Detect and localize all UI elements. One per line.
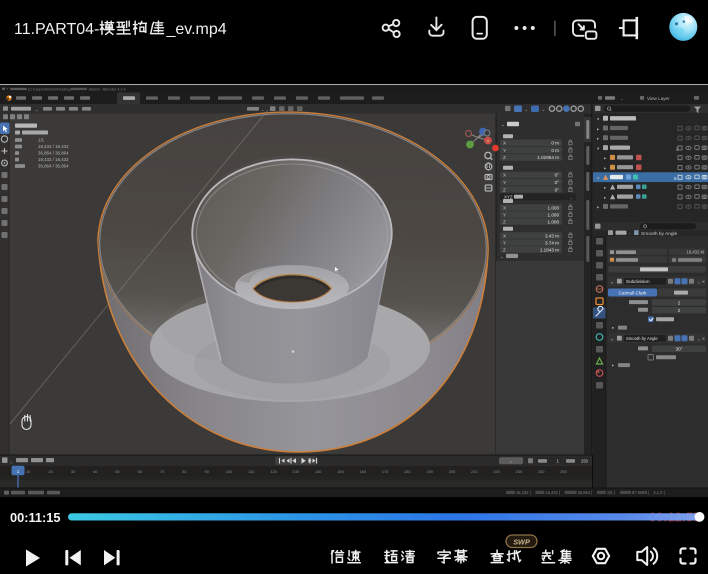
svg-text:0 m: 0 m bbox=[551, 141, 559, 146]
svg-text:⌄: ⌄ bbox=[525, 107, 529, 112]
svg-text:X: X bbox=[503, 233, 506, 238]
svg-text:⌄: ⌄ bbox=[610, 337, 614, 343]
svg-text:200: 200 bbox=[449, 469, 456, 474]
svg-text:×: × bbox=[702, 337, 705, 343]
svg-text:36,864 |: 36,864 | bbox=[578, 490, 593, 495]
svg-text:1.1843 m: 1.1843 m bbox=[540, 247, 559, 252]
svg-text:(C:/Users/Admin/Desktop/: (C:/Users/Admin/Desktop/ bbox=[28, 87, 73, 91]
svg-text:SWP: SWP bbox=[513, 537, 530, 546]
svg-text:210: 210 bbox=[471, 469, 478, 474]
svg-text:⌄: ⌄ bbox=[610, 280, 614, 286]
svg-text:150: 150 bbox=[337, 469, 344, 474]
svg-text:240: 240 bbox=[538, 469, 545, 474]
svg-text:1.000: 1.000 bbox=[548, 219, 560, 224]
svg-text:.blend) - Blender 4.1.0: .blend) - Blender 4.1.0 bbox=[88, 87, 126, 91]
svg-text:2: 2 bbox=[678, 308, 681, 313]
svg-text:⌄: ⌄ bbox=[10, 460, 14, 465]
svg-text:1/5 |: 1/5 | bbox=[607, 490, 615, 495]
svg-text:18,432 M: 18,432 M bbox=[687, 250, 705, 255]
svg-text:18,432 / 18,432: 18,432 / 18,432 bbox=[38, 144, 69, 149]
svg-text:Z: Z bbox=[503, 219, 506, 224]
svg-text:⌄: ⌄ bbox=[620, 96, 623, 101]
svg-text:View Layer: View Layer bbox=[647, 96, 670, 101]
svg-text:3.43 m: 3.43 m bbox=[545, 233, 559, 238]
svg-text:170: 170 bbox=[382, 469, 389, 474]
svg-text:18,432 / 18,432: 18,432 / 18,432 bbox=[38, 157, 69, 162]
svg-text:⌄: ⌄ bbox=[542, 107, 546, 112]
svg-text:2: 2 bbox=[678, 300, 681, 305]
svg-text:_ev.mp4: _ev.mp4 bbox=[166, 21, 227, 38]
svg-text:00:11:15: 00:11:15 bbox=[10, 510, 61, 525]
svg-text:36,864 / 36,864: 36,864 / 36,864 bbox=[38, 151, 69, 156]
svg-text:Z: Z bbox=[503, 155, 506, 160]
svg-text:87.6MiB |: 87.6MiB | bbox=[632, 490, 649, 495]
svg-text:X: X bbox=[503, 205, 506, 210]
svg-text:Smooth by Angle: Smooth by Angle bbox=[626, 336, 658, 341]
svg-text:Smooth by Angle: Smooth by Angle bbox=[641, 231, 678, 237]
svg-text:⌄: ⌄ bbox=[570, 195, 573, 200]
svg-text:1.000: 1.000 bbox=[548, 212, 560, 217]
svg-text:190: 190 bbox=[426, 469, 433, 474]
svg-text:250: 250 bbox=[581, 458, 589, 463]
svg-text:X: X bbox=[503, 141, 506, 146]
svg-text:Subdivision: Subdivision bbox=[626, 279, 650, 284]
svg-text:0°: 0° bbox=[555, 180, 560, 185]
svg-text:1.02954 m: 1.02954 m bbox=[537, 155, 559, 160]
svg-text:Z: Z bbox=[503, 187, 506, 192]
svg-text:3.74 m: 3.74 m bbox=[545, 240, 559, 245]
svg-text:Catmull-Clark: Catmull-Clark bbox=[619, 290, 648, 295]
svg-text:1: 1 bbox=[17, 469, 20, 474]
svg-text:⌄: ⌄ bbox=[501, 122, 505, 127]
svg-text:220: 220 bbox=[493, 469, 500, 474]
svg-text:⌄: ⌄ bbox=[697, 337, 701, 342]
svg-text:Y: Y bbox=[503, 212, 506, 217]
svg-text:⌄: ⌄ bbox=[261, 107, 265, 112]
svg-text:140: 140 bbox=[315, 469, 322, 474]
svg-text:0°: 0° bbox=[555, 187, 560, 192]
svg-text:1.000: 1.000 bbox=[548, 205, 560, 210]
svg-text:X: X bbox=[503, 173, 506, 178]
svg-text:1/1: 1/1 bbox=[38, 138, 45, 143]
svg-text:18,432 |: 18,432 | bbox=[516, 490, 531, 495]
svg-text:⌄: ⌄ bbox=[697, 280, 701, 285]
svg-text:100: 100 bbox=[226, 469, 233, 474]
svg-text:110: 110 bbox=[248, 469, 255, 474]
svg-text:⌄: ⌄ bbox=[509, 459, 512, 464]
svg-text:Y: Y bbox=[503, 148, 506, 153]
svg-text:0 m: 0 m bbox=[551, 148, 559, 153]
svg-text:30°: 30° bbox=[676, 347, 683, 352]
svg-text:160: 160 bbox=[360, 469, 367, 474]
svg-text:x: x bbox=[487, 139, 489, 143]
svg-text:130: 130 bbox=[293, 469, 300, 474]
svg-text:Y: Y bbox=[503, 180, 506, 185]
svg-text:Z: Z bbox=[503, 247, 506, 252]
svg-text:36,864 / 36,864: 36,864 / 36,864 bbox=[38, 164, 69, 169]
svg-text:XYZ: XYZ bbox=[504, 195, 513, 200]
svg-text:⌄: ⌄ bbox=[500, 254, 504, 259]
svg-text:250: 250 bbox=[560, 469, 567, 474]
svg-text:⌄: ⌄ bbox=[35, 107, 39, 112]
svg-text:Y: Y bbox=[503, 240, 506, 245]
svg-text:230: 230 bbox=[516, 469, 523, 474]
svg-text:0°: 0° bbox=[555, 173, 560, 178]
svg-text:×: × bbox=[702, 280, 705, 286]
svg-text:11.PART04-: 11.PART04- bbox=[14, 21, 99, 38]
svg-text:120: 120 bbox=[270, 469, 277, 474]
svg-text:4.1.0 |: 4.1.0 | bbox=[653, 490, 664, 495]
svg-text:180: 180 bbox=[404, 469, 411, 474]
svg-text:18,432 |: 18,432 | bbox=[545, 490, 560, 495]
